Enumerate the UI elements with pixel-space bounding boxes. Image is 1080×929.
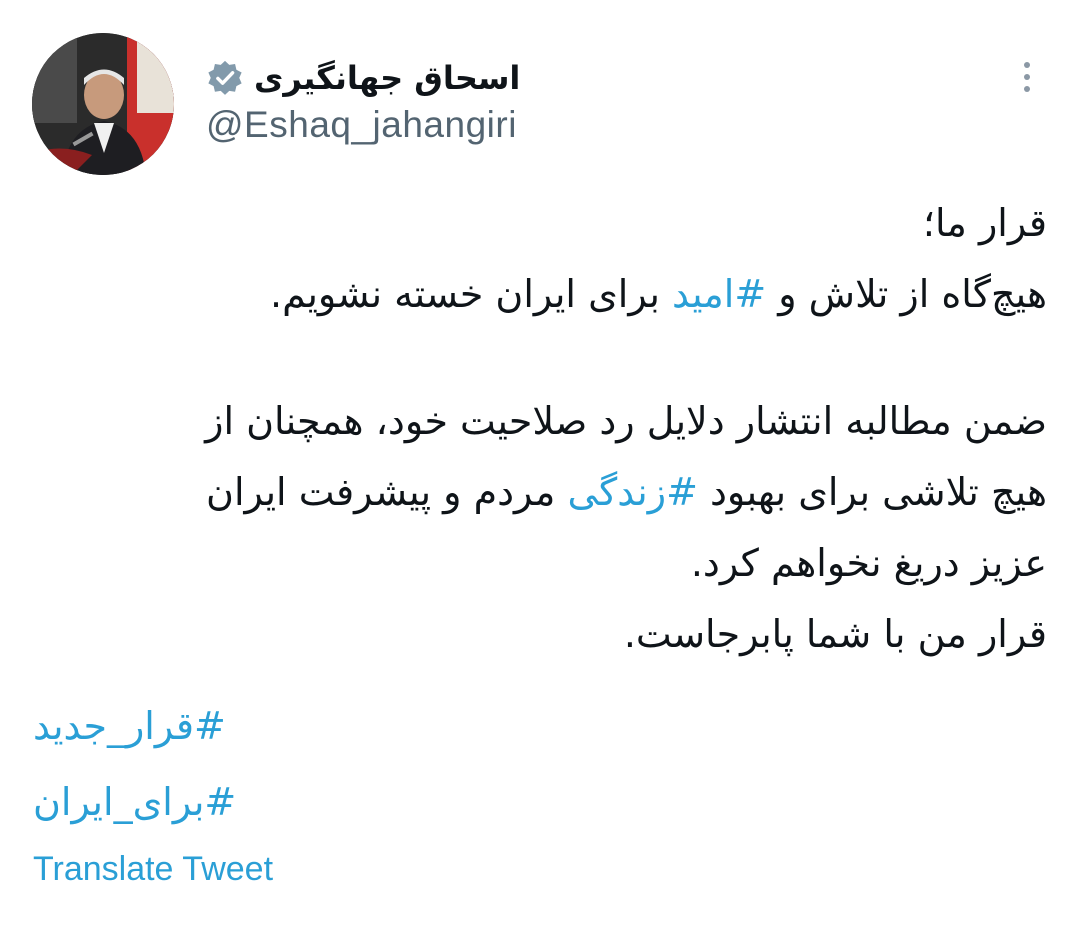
tweet-text-segment: هیچ تلاشی برای بهبود (697, 470, 1047, 514)
translate-tweet-link[interactable]: Translate Tweet (33, 850, 273, 889)
tweet-line: ضمن مطالبه انتشار دلایل رد صلاحیت خود، ه… (205, 399, 1047, 443)
hashtag-link[interactable]: #زندگی (567, 470, 697, 514)
tweet-line: عزیز دریغ نخواهم کرد. (690, 541, 1047, 585)
author-display-name[interactable]: اسحاق جهانگیری (254, 59, 520, 97)
tweet-line: هیچ تلاشی برای بهبود #زندگی مردم و پیشرف… (47, 457, 1047, 528)
tweet-line: قرار ما؛ (922, 201, 1047, 245)
hashtag-link[interactable]: #برای_ایران (33, 764, 236, 840)
tweet-text-segment: مردم و پیشرفت ایران (206, 470, 568, 514)
more-vertical-icon[interactable] (1008, 54, 1046, 100)
hashtag-list: #قرار_جدید #برای_ایران (33, 688, 236, 840)
tweet-line: هیچ‌گاه از تلاش و #امید برای ایران خسته … (47, 259, 1047, 330)
tweet-text-segment: برای ایران خسته نشویم. (269, 272, 672, 316)
tweet-text-segment: هیچ‌گاه از تلاش و (766, 272, 1047, 316)
avatar[interactable] (32, 33, 174, 175)
author-handle[interactable]: @Eshaq_jahangiri (206, 104, 517, 146)
hashtag-link[interactable]: #امید (672, 272, 766, 316)
tweet-line: قرار من با شما پابرجاست. (623, 612, 1047, 656)
hashtag-link[interactable]: #قرار_جدید (33, 688, 236, 764)
verified-badge-icon (206, 59, 244, 97)
avatar-photo (32, 33, 174, 175)
author-name-row: اسحاق جهانگیری (206, 52, 520, 104)
tweet-card: اسحاق جهانگیری @Eshaq_jahangiri قرار ما؛… (0, 0, 1080, 929)
tweet-text: قرار ما؛ هیچ‌گاه از تلاش و #امید برای ای… (47, 188, 1047, 670)
